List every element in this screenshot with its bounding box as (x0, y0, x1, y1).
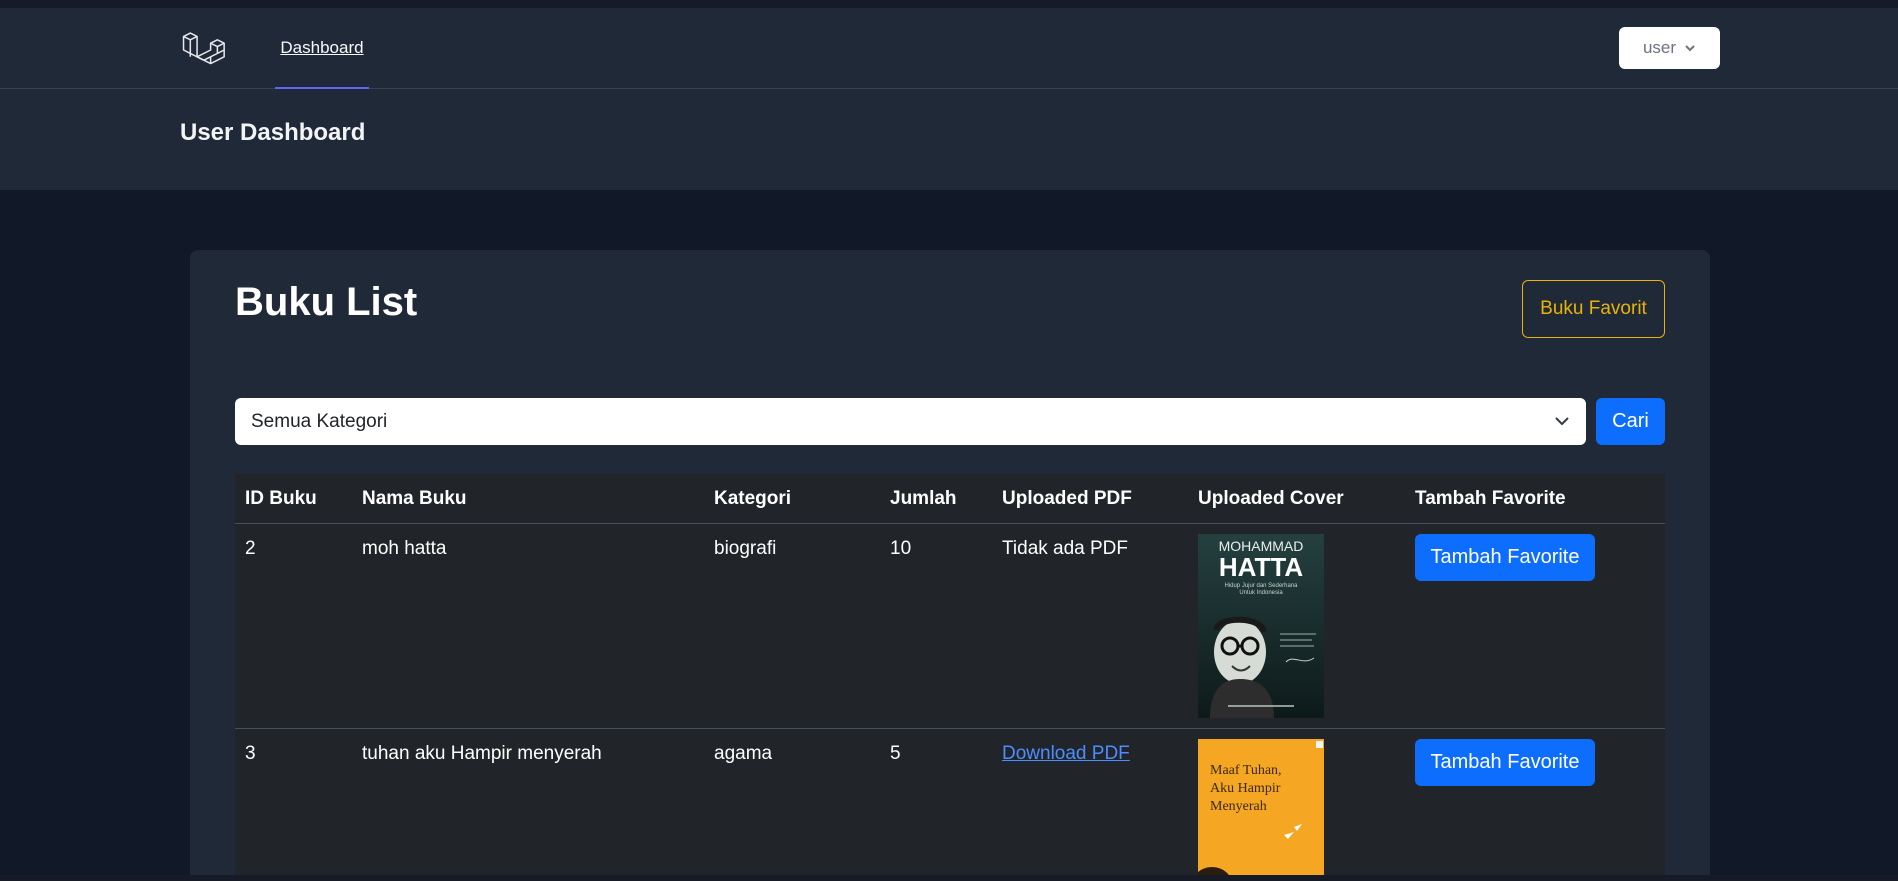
book-list-card: Buku List Buku Favorit Semua Kategori Ca… (190, 250, 1710, 881)
book-category: agama (714, 743, 773, 764)
book-name: tuhan aku Hampir menyerah (362, 743, 602, 764)
book-id: 2 (245, 538, 256, 559)
book-id: 3 (245, 743, 256, 764)
add-favorite-button[interactable]: Tambah Favorite (1415, 739, 1595, 786)
cover-title-line2: HATTA (1219, 552, 1303, 582)
column-header: Uploaded PDF (1002, 488, 1132, 509)
top-strip (0, 0, 1898, 8)
nav-dashboard-link[interactable]: Dashboard (275, 8, 369, 89)
table-header: ID Buku Nama Buku Kategori Jumlah Upload… (235, 474, 1665, 524)
search-button[interactable]: Cari (1596, 398, 1665, 445)
cover-title-line2: Aku Hampir (1210, 781, 1281, 796)
book-quantity: 10 (890, 538, 912, 559)
column-header: Kategori (714, 488, 792, 509)
card-title: Buku List (235, 280, 418, 324)
table-row: 3 tuhan aku Hampir menyerah agama 5 Down… (235, 729, 1665, 881)
column-header: Uploaded Cover (1198, 488, 1344, 509)
books-table: ID Buku Nama Buku Kategori Jumlah Upload… (235, 474, 1665, 881)
chevron-down-icon (1685, 45, 1695, 52)
column-header: ID Buku (245, 488, 317, 509)
pdf-status: Tidak ada PDF (1002, 538, 1129, 559)
column-header: Tambah Favorite (1415, 488, 1566, 509)
book-cover-image: Maaf Tuhan, Aku Hampir Menyerah (1198, 739, 1324, 881)
user-dropdown-label: user (1642, 38, 1677, 57)
book-quantity: 5 (890, 743, 901, 764)
book-category: biografi (714, 538, 777, 559)
page-title: User Dashboard (180, 119, 366, 146)
category-select[interactable]: Semua Kategori (235, 398, 1586, 445)
cover-title-line1: Maaf Tuhan, (1210, 763, 1282, 778)
chevron-down-icon (1555, 417, 1569, 426)
laravel-logo-icon[interactable] (181, 28, 225, 72)
page-header: User Dashboard (0, 89, 1898, 190)
column-header: Nama Buku (362, 488, 467, 509)
download-pdf-link[interactable]: Download PDF (1002, 743, 1130, 765)
column-header: Jumlah (890, 488, 957, 509)
bottom-strip (0, 875, 1898, 881)
add-favorite-button[interactable]: Tambah Favorite (1415, 534, 1595, 581)
book-cover-image: MOHAMMAD HATTA Hidup Jujur dan Sederhana… (1198, 534, 1324, 718)
cover-subtitle1: Hidup Jujur dan Sederhana (1224, 583, 1298, 589)
category-select-value: Semua Kategori (251, 410, 388, 432)
cover-title-line3: Menyerah (1210, 799, 1267, 814)
book-name: moh hatta (362, 538, 447, 559)
cover-subtitle2: Untuk Indonesia (1239, 590, 1283, 596)
user-dropdown-button[interactable]: user (1619, 27, 1720, 69)
top-navbar: Dashboard user (0, 8, 1898, 89)
favorite-books-button[interactable]: Buku Favorit (1522, 280, 1665, 338)
table-row: 2 moh hatta biografi 10 Tidak ada PDF MO… (235, 524, 1665, 729)
